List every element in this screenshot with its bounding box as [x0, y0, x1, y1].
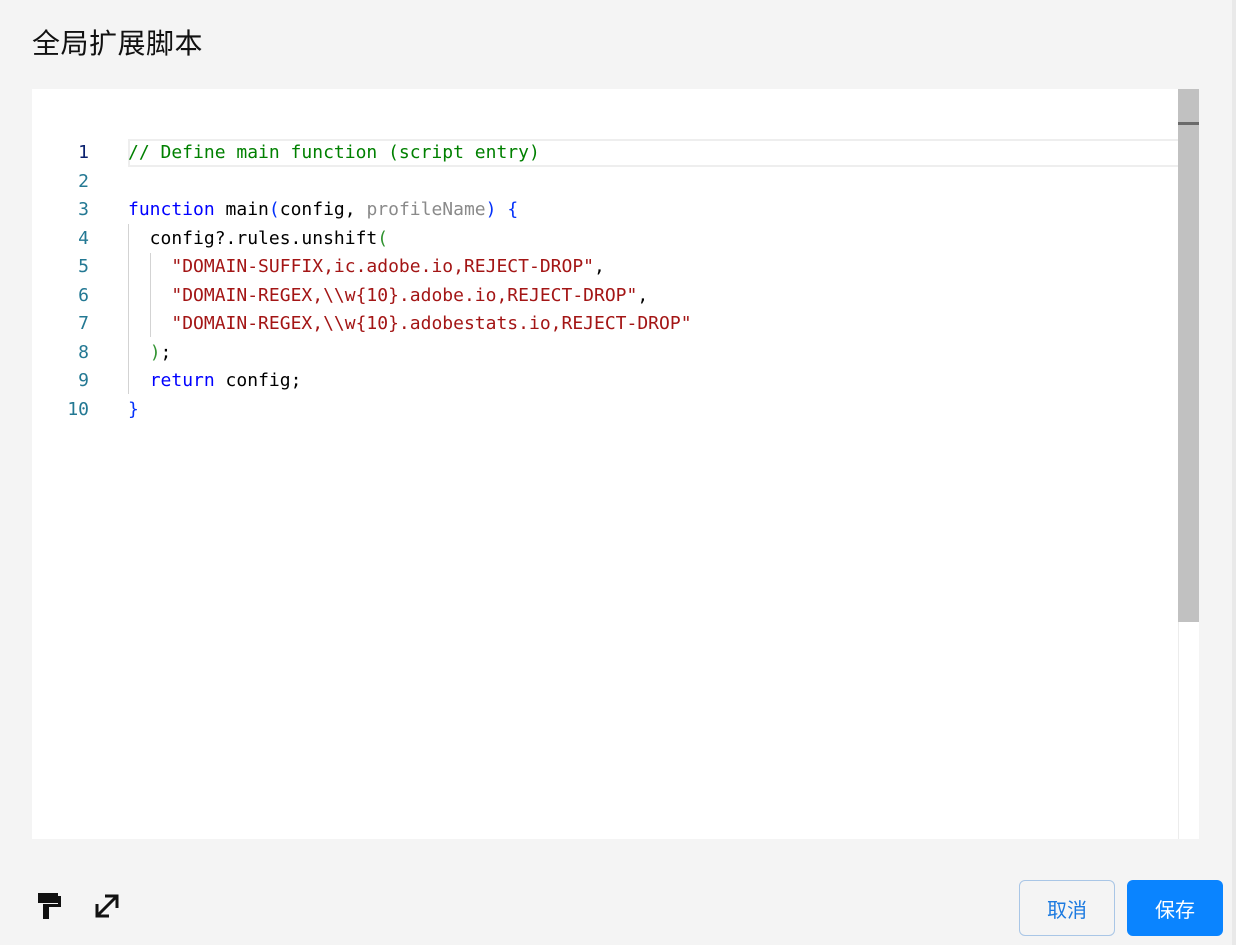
- code-line[interactable]: 5 "DOMAIN-SUFFIX,ic.adobe.io,REJECT-DROP…: [32, 253, 1178, 281]
- code-token: config?.rules.unshift: [128, 227, 378, 249]
- code-token: return: [149, 370, 215, 391]
- code-token: (: [268, 199, 280, 220]
- code-token: ): [149, 341, 161, 363]
- cancel-button[interactable]: 取消: [1019, 880, 1115, 936]
- code-token: }: [128, 398, 139, 420]
- scrollbar-cursor-marker: [1178, 122, 1199, 125]
- line-number: 1: [78, 142, 89, 163]
- line-code: "DOMAIN-REGEX,\\w{10}.adobestats.io,REJE…: [128, 310, 692, 338]
- indent-guide-inner: [150, 253, 151, 337]
- code-token: "DOMAIN-SUFFIX,ic.adobe.io,REJECT-DROP": [171, 256, 594, 277]
- line-code: function main(config, profileName) {: [128, 196, 518, 224]
- code-line[interactable]: 4 config?.rules.unshift(: [32, 225, 1178, 253]
- code-line[interactable]: 10}: [32, 396, 1178, 424]
- line-number: 10: [67, 398, 89, 420]
- code-token: "DOMAIN-REGEX,\\w{10}.adobe.io,REJECT-DR…: [171, 284, 638, 306]
- dialog-title: 全局扩展脚本: [32, 27, 204, 60]
- code-token: ;: [160, 341, 172, 363]
- line-number: 5: [78, 256, 89, 277]
- format-code-button[interactable]: [32, 886, 66, 926]
- line-code: return config;: [128, 367, 302, 395]
- code-token: {: [507, 199, 519, 220]
- line-number: 4: [78, 227, 89, 249]
- code-token: config;: [214, 370, 302, 391]
- code-token: function: [128, 199, 215, 220]
- line-number: 3: [78, 199, 89, 220]
- code-token: "DOMAIN-REGEX,\\w{10}.adobestats.io,REJE…: [171, 313, 692, 334]
- line-code: // Define main function (script entry): [128, 139, 540, 167]
- line-code: config?.rules.unshift(: [128, 225, 388, 253]
- expand-arrows-icon: [95, 894, 119, 918]
- line-number: 6: [78, 284, 89, 306]
- code-line[interactable]: 6 "DOMAIN-REGEX,\\w{10}.adobe.io,REJECT-…: [32, 282, 1178, 310]
- scrollbar-thumb[interactable]: [1178, 89, 1199, 622]
- code-editor[interactable]: 1 // Define main function (script entry) 2…: [32, 89, 1199, 839]
- code-token: // Define main function (script entry): [128, 142, 540, 163]
- paint-roller-icon: [38, 893, 61, 919]
- line-number: 2: [78, 170, 89, 192]
- line-code: }: [128, 396, 139, 424]
- code-token: ,: [594, 256, 605, 277]
- line-code: "DOMAIN-SUFFIX,ic.adobe.io,REJECT-DROP",: [128, 253, 605, 281]
- code-line[interactable]: 2: [32, 168, 1178, 196]
- code-token: main: [214, 199, 269, 220]
- save-button[interactable]: 保存: [1127, 880, 1223, 936]
- line-number: 7: [78, 313, 89, 334]
- line-number: 8: [78, 341, 89, 363]
- code-token: profileName: [366, 199, 486, 220]
- code-line[interactable]: 8 );: [32, 339, 1178, 367]
- code-line[interactable]: 9 return config;: [32, 367, 1178, 395]
- line-number: 9: [78, 370, 89, 391]
- code-line[interactable]: 3 function main(config, profileName) {: [32, 196, 1178, 224]
- line-code: );: [128, 339, 172, 367]
- code-token: config,: [279, 199, 367, 220]
- code-line[interactable]: 1 // Define main function (script entry): [32, 139, 1178, 167]
- code-token: ,: [637, 284, 649, 306]
- expand-editor-button[interactable]: [90, 886, 124, 926]
- dialog-edge: [1232, 0, 1236, 945]
- script-dialog: 全局扩展脚本 1 // Define main function (script …: [0, 0, 1236, 945]
- code-token: (: [377, 227, 389, 249]
- indent-guide-outer: [128, 224, 129, 394]
- line-code: "DOMAIN-REGEX,\\w{10}.adobe.io,REJECT-DR…: [128, 282, 648, 310]
- code-token: ): [485, 199, 497, 220]
- code-line[interactable]: 7 "DOMAIN-REGEX,\\w{10}.adobestats.io,RE…: [32, 310, 1178, 338]
